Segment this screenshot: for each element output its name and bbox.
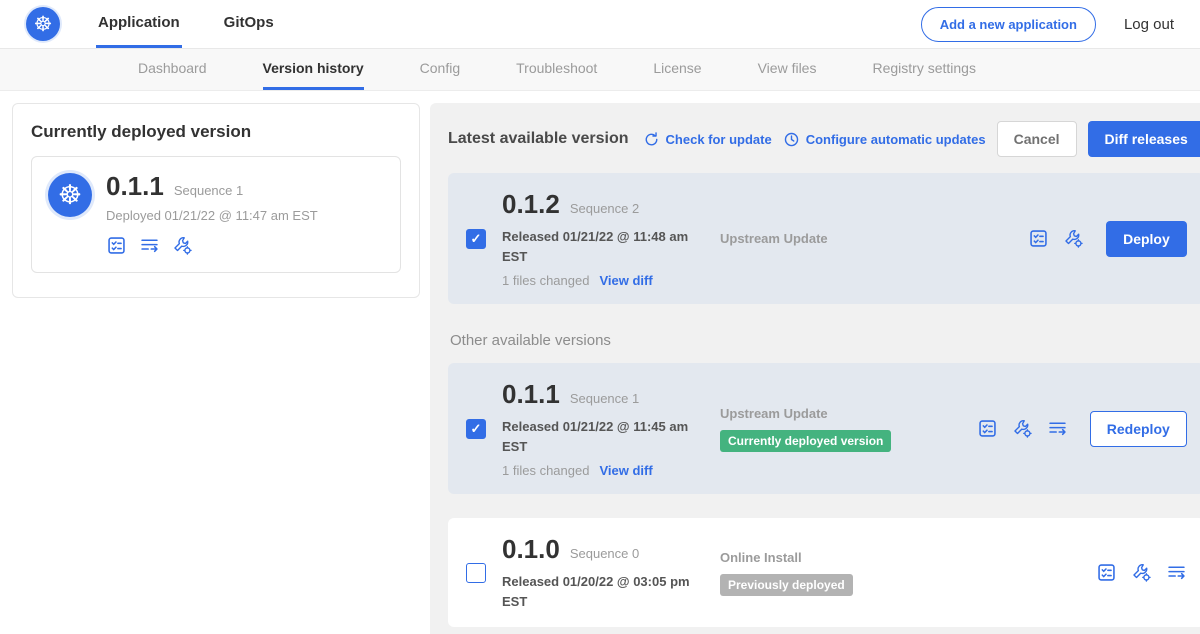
view-diff-link[interactable]: View diff xyxy=(599,463,652,478)
currently-deployed-card: Currently deployed version ☸ 0.1.1 Seque… xyxy=(12,103,420,298)
main-content: Currently deployed version ☸ 0.1.1 Seque… xyxy=(0,91,1200,634)
subnav-troubleshoot[interactable]: Troubleshoot xyxy=(516,49,597,90)
deployed-version-details: 0.1.1 Sequence 1 Deployed 01/21/22 @ 11:… xyxy=(106,171,318,256)
view-diff-link[interactable]: View diff xyxy=(599,273,652,288)
deployed-version-number: 0.1.1 xyxy=(106,171,164,202)
release-notes-icon[interactable] xyxy=(1028,228,1049,249)
version-actions xyxy=(1096,562,1187,583)
kubernetes-logo-icon: ☸ xyxy=(26,7,60,41)
logout-link[interactable]: Log out xyxy=(1124,16,1174,33)
currently-deployed-badge: Currently deployed version xyxy=(720,430,891,452)
release-notes-icon[interactable] xyxy=(977,418,998,439)
release-notes-icon[interactable] xyxy=(106,235,127,256)
version-source-label: Online Install xyxy=(720,550,1096,565)
clock-icon xyxy=(783,131,800,148)
version-sequence: Sequence 1 xyxy=(570,391,639,406)
tab-gitops[interactable]: GitOps xyxy=(222,0,276,48)
version-number: 0.1.1 xyxy=(502,379,560,410)
version-source: Online Install Previously deployed xyxy=(720,550,1096,596)
tab-gitops-label: GitOps xyxy=(224,14,274,31)
latest-version-header: Latest available version Check for updat… xyxy=(448,121,1200,157)
deploy-logs-icon[interactable] xyxy=(139,235,160,256)
version-actions: Deploy xyxy=(1028,221,1187,257)
redeploy-button[interactable]: Redeploy xyxy=(1090,411,1187,447)
version-sequence: Sequence 0 xyxy=(570,546,639,561)
diff-releases-button[interactable]: Diff releases xyxy=(1088,121,1200,157)
brand: ☸ xyxy=(26,0,60,48)
version-info: 0.1.2 Sequence 2 Released 01/21/22 @ 11:… xyxy=(502,189,720,288)
deploy-logs-icon[interactable] xyxy=(1047,418,1068,439)
subnav-registry-settings[interactable]: Registry settings xyxy=(872,49,975,90)
version-source-label: Upstream Update xyxy=(720,406,977,421)
subnav-view-files[interactable]: View files xyxy=(758,49,817,90)
subnav-config[interactable]: Config xyxy=(420,49,460,90)
edit-config-icon[interactable] xyxy=(1063,228,1084,249)
version-source: Upstream Update Currently deployed versi… xyxy=(720,406,977,452)
version-number: 0.1.0 xyxy=(502,534,560,565)
app-subnav: Dashboard Version history Config Trouble… xyxy=(0,49,1200,91)
check-for-update-label: Check for update xyxy=(666,132,772,147)
deploy-button[interactable]: Deploy xyxy=(1106,221,1187,257)
version-checkbox[interactable] xyxy=(466,419,486,439)
version-checkbox[interactable] xyxy=(466,229,486,249)
version-released: Released 01/21/22 @ 11:48 am EST xyxy=(502,227,694,266)
latest-version-title: Latest available version xyxy=(448,130,629,148)
version-info: 0.1.0 Sequence 0 Released 01/20/22 @ 03:… xyxy=(502,534,720,611)
subnav-version-history[interactable]: Version history xyxy=(263,49,364,90)
other-versions-title: Other available versions xyxy=(450,332,1200,349)
version-number: 0.1.2 xyxy=(502,189,560,220)
version-row-0-1-2: 0.1.2 Sequence 2 Released 01/21/22 @ 11:… xyxy=(448,173,1200,304)
edit-config-icon[interactable] xyxy=(1012,418,1033,439)
deploy-logs-icon[interactable] xyxy=(1166,562,1187,583)
version-actions: Redeploy xyxy=(977,411,1187,447)
version-row-0-1-1: 0.1.1 Sequence 1 Released 01/21/22 @ 11:… xyxy=(448,363,1200,494)
version-released: Released 01/21/22 @ 11:45 am EST xyxy=(502,417,694,456)
top-navbar: ☸ Application GitOps Add a new applicati… xyxy=(0,0,1200,49)
configure-automatic-updates-link[interactable]: Configure automatic updates xyxy=(783,131,986,148)
left-column: Currently deployed version ☸ 0.1.1 Seque… xyxy=(12,103,420,298)
deployed-version-date: Deployed 01/21/22 @ 11:47 am EST xyxy=(106,208,318,223)
tab-application-label: Application xyxy=(98,14,180,31)
version-files: 1 files changed View diff xyxy=(502,273,720,288)
version-released: Released 01/20/22 @ 03:05 pm EST xyxy=(502,572,694,611)
cancel-button[interactable]: Cancel xyxy=(997,121,1077,157)
refresh-icon xyxy=(643,131,660,148)
deployed-version-sequence: Sequence 1 xyxy=(174,183,243,198)
configure-automatic-updates-label: Configure automatic updates xyxy=(806,132,986,147)
version-sequence: Sequence 2 xyxy=(570,201,639,216)
release-notes-icon[interactable] xyxy=(1096,562,1117,583)
version-source-label: Upstream Update xyxy=(720,231,1028,246)
kots-admin-console: ☸ Application GitOps Add a new applicati… xyxy=(0,0,1200,634)
edit-config-icon[interactable] xyxy=(172,235,193,256)
topnav-spacer xyxy=(316,0,921,48)
subnav-license[interactable]: License xyxy=(653,49,701,90)
check-for-update-link[interactable]: Check for update xyxy=(643,131,772,148)
add-new-application-button[interactable]: Add a new application xyxy=(921,7,1096,42)
previously-deployed-badge: Previously deployed xyxy=(720,574,853,596)
version-info: 0.1.1 Sequence 1 Released 01/21/22 @ 11:… xyxy=(502,379,720,478)
app-icon: ☸ xyxy=(48,173,92,217)
deployed-version-card: ☸ 0.1.1 Sequence 1 Deployed 01/21/22 @ 1… xyxy=(31,156,401,273)
version-source: Upstream Update xyxy=(720,231,1028,246)
files-changed-label: 1 files changed xyxy=(502,463,589,478)
deployed-version-actions xyxy=(106,235,318,256)
edit-config-icon[interactable] xyxy=(1131,562,1152,583)
subnav-dashboard[interactable]: Dashboard xyxy=(138,49,207,90)
version-history-panel: Latest available version Check for updat… xyxy=(430,103,1200,634)
version-files: 1 files changed View diff xyxy=(502,463,720,478)
tab-application[interactable]: Application xyxy=(96,0,182,48)
version-row-0-1-0: 0.1.0 Sequence 0 Released 01/20/22 @ 03:… xyxy=(448,518,1200,627)
currently-deployed-title: Currently deployed version xyxy=(31,122,401,142)
files-changed-label: 1 files changed xyxy=(502,273,589,288)
version-checkbox[interactable] xyxy=(466,563,486,583)
